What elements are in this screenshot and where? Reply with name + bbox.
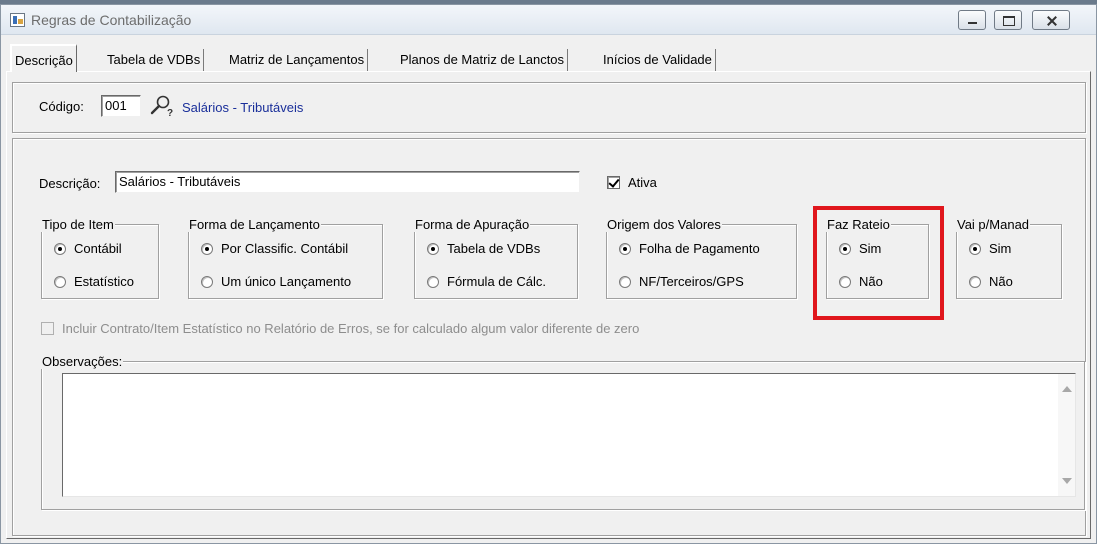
highlight-box <box>813 206 944 320</box>
group-title-observacoes: Observações: <box>41 354 124 369</box>
maximize-button[interactable] <box>994 10 1022 30</box>
incluir-contrato-label: Incluir Contrato/Item Estatístico no Rel… <box>62 321 640 336</box>
observacoes-scrollbar[interactable] <box>1058 374 1075 496</box>
tab-inicios-validade[interactable]: Inícios de Validade <box>600 49 716 71</box>
radio-label: Sim <box>989 241 1012 256</box>
tab-matriz-lancamentos[interactable]: Matriz de Lançamentos <box>226 49 369 71</box>
group-forma-lancamento: Forma de Lançamento Por Classific. Contá… <box>188 217 383 299</box>
radio-label: NF/Terceiros/GPS <box>639 274 744 289</box>
radio-label: Um único Lançamento <box>221 274 352 289</box>
radio-label: Estatístico <box>74 274 134 289</box>
radio-label: Contábil <box>74 241 122 256</box>
radio-circle[interactable] <box>969 276 981 288</box>
group-title-forma-lancamento: Forma de Lançamento <box>188 217 321 232</box>
radio-label: Folha de Pagamento <box>639 241 760 256</box>
app-icon <box>10 13 25 27</box>
observacoes-textarea[interactable] <box>62 373 1076 497</box>
descricao-label: Descrição: <box>39 176 101 191</box>
incluir-contrato-checkbox[interactable] <box>41 322 54 335</box>
group-vai-manad: Vai p/Manad Sim Não <box>956 217 1062 299</box>
title-bar[interactable]: Regras de Contabilização <box>1 5 1096 35</box>
radio-circle[interactable] <box>427 243 439 255</box>
close-button[interactable] <box>1032 10 1070 30</box>
group-title-origem-valores: Origem dos Valores <box>606 217 722 232</box>
descricao-input[interactable]: Salários - Tributáveis <box>115 171 580 193</box>
tab-planos-matriz[interactable]: Planos de Matriz de Lanctos <box>397 49 569 71</box>
radio-label: Fórmula de Cálc. <box>447 274 546 289</box>
minimize-button[interactable] <box>958 10 986 30</box>
scroll-down-icon[interactable] <box>1062 478 1072 484</box>
radio-label: Tabela de VDBs <box>447 241 541 256</box>
group-tipo-item: Tipo de Item Contábil Estatístico <box>41 217 159 299</box>
tab-descricao[interactable]: Descrição <box>10 44 77 72</box>
radio-label: Por Classific. Contábil <box>221 241 349 256</box>
ativa-checkbox[interactable] <box>607 176 620 189</box>
group-origem-valores: Origem dos Valores Folha de Pagamento NF… <box>606 217 797 299</box>
ativa-label: Ativa <box>628 175 657 190</box>
radio-label: Não <box>989 274 1013 289</box>
group-title-forma-apuracao: Forma de Apuração <box>414 217 531 232</box>
search-icon[interactable]: ? <box>148 95 176 117</box>
radio-circle[interactable] <box>54 243 66 255</box>
group-title-vai-manad: Vai p/Manad <box>956 217 1031 232</box>
tab-tabela-vdbs[interactable]: Tabela de VDBs <box>104 49 205 71</box>
codigo-input[interactable]: 001 <box>101 95 141 117</box>
radio-circle[interactable] <box>619 276 631 288</box>
codigo-label: Código: <box>39 99 84 114</box>
radio-circle[interactable] <box>201 243 213 255</box>
radio-circle[interactable] <box>969 243 981 255</box>
radio-circle[interactable] <box>427 276 439 288</box>
group-forma-apuracao: Forma de Apuração Tabela de VDBs Fórmula… <box>414 217 578 299</box>
tab-strip: Descrição Tabela de VDBs Matriz de Lança… <box>6 44 1091 72</box>
radio-circle[interactable] <box>54 276 66 288</box>
scroll-up-icon[interactable] <box>1062 386 1072 392</box>
group-title-tipo-item: Tipo de Item <box>41 217 115 232</box>
svg-text:?: ? <box>167 108 173 117</box>
radio-circle[interactable] <box>619 243 631 255</box>
codigo-description: Salários - Tributáveis <box>182 100 304 115</box>
radio-circle[interactable] <box>201 276 213 288</box>
window-title: Regras de Contabilização <box>31 12 192 28</box>
